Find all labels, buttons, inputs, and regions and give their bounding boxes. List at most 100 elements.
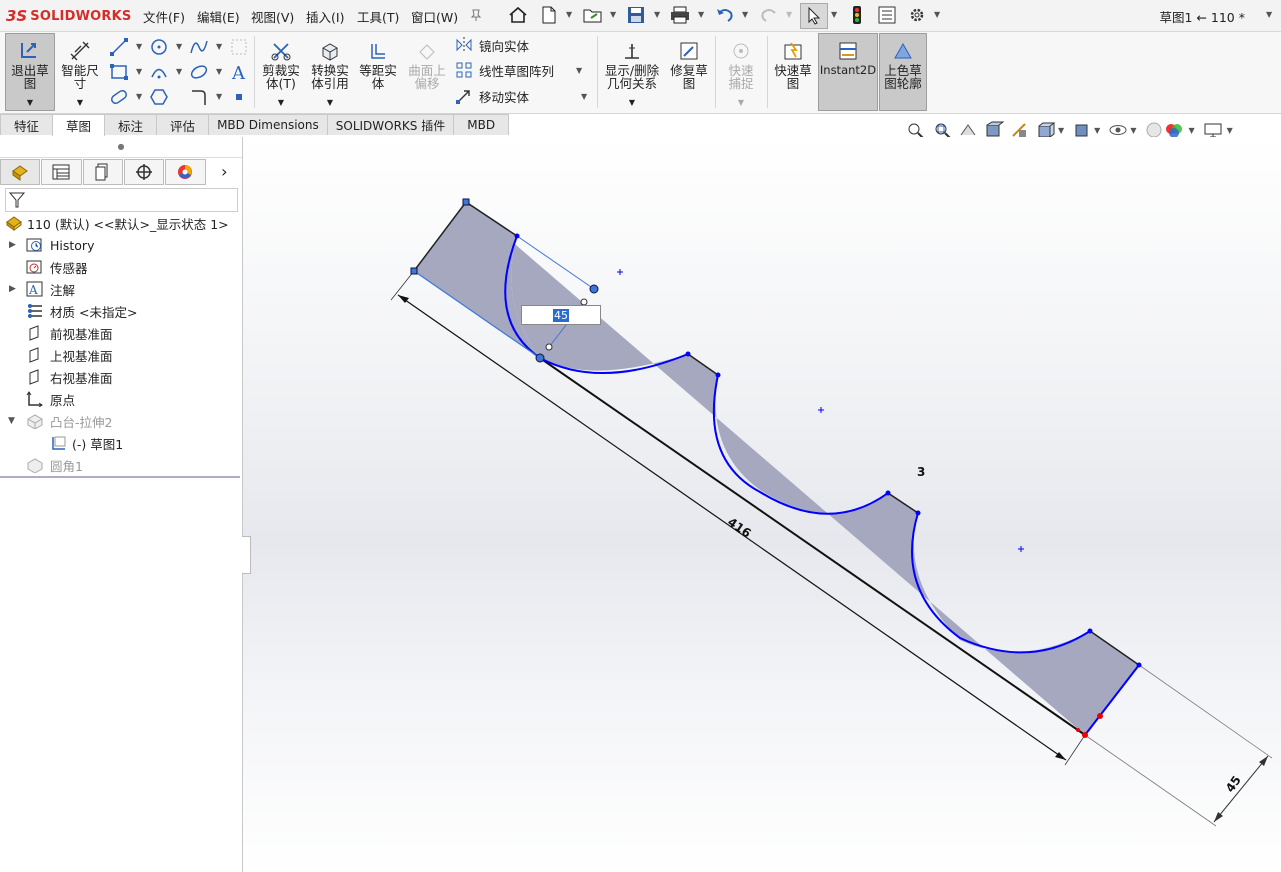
expand-arrow-icon[interactable]: ▶ — [9, 240, 16, 250]
convert-entities-button[interactable]: 转换实体引用 ▼ — [307, 34, 353, 110]
tree-item-sensors[interactable]: 传感器 — [26, 257, 88, 277]
panel-grip[interactable]: ● — [0, 137, 242, 158]
repair-sketch-button[interactable]: 修复草图 — [667, 34, 711, 110]
chevron-down-icon[interactable]: ▼ — [654, 10, 660, 19]
display-manager-tab[interactable] — [165, 159, 206, 185]
panel-collapse-handle[interactable] — [242, 536, 251, 574]
text-icon[interactable]: A — [228, 61, 250, 83]
chevron-down-icon[interactable]: ▼ — [566, 10, 572, 19]
fillet-icon[interactable] — [188, 86, 210, 108]
tree-item-fillet1[interactable]: 圆角1 — [26, 455, 83, 475]
chevron-down-icon[interactable]: ▼ — [258, 96, 304, 109]
tree-item-boss-extrude2[interactable]: 凸台-拉伸2 — [26, 411, 112, 431]
open-folder-icon[interactable] — [582, 4, 604, 26]
menu-view[interactable]: 视图(V) — [251, 7, 294, 26]
dimension-edit-value[interactable]: 45 — [553, 308, 569, 322]
spline-icon[interactable] — [188, 36, 210, 58]
tree-item-origin[interactable]: 原点 — [26, 389, 75, 409]
chevron-down-icon[interactable]: ▼ — [1058, 126, 1064, 135]
tree-item-history[interactable]: History — [26, 235, 94, 255]
tab-evaluate[interactable]: 评估 — [156, 114, 210, 135]
chevron-down-icon[interactable]: ▼ — [216, 67, 222, 76]
save-icon[interactable] — [625, 4, 647, 26]
circle-icon[interactable] — [148, 36, 170, 58]
chevron-down-icon[interactable]: ▼ — [831, 10, 837, 19]
chevron-down-icon[interactable]: ▼ — [57, 96, 103, 109]
expand-arrow-icon[interactable]: ▶ — [9, 284, 16, 294]
feature-manager-tab[interactable] — [0, 159, 41, 185]
undo-icon[interactable] — [714, 4, 736, 26]
chevron-down-icon[interactable]: ▼ — [136, 92, 142, 101]
tree-item-material[interactable]: 材质 <未指定> — [26, 301, 137, 321]
chevron-down-icon[interactable]: ▼ — [136, 42, 142, 51]
tree-item-top-plane[interactable]: 上视基准面 — [26, 345, 113, 365]
tree-item-sketch1[interactable]: (-) 草图1 — [50, 433, 123, 453]
select-cursor-icon[interactable] — [800, 3, 828, 29]
tab-mbd-dimensions[interactable]: MBD Dimensions — [208, 114, 328, 135]
tree-item-right-plane[interactable]: 右视基准面 — [26, 367, 113, 387]
rollback-bar[interactable] — [0, 476, 240, 478]
menu-file[interactable]: 文件(F) — [143, 7, 185, 26]
chevron-down-icon[interactable]: ▼ — [307, 96, 353, 109]
chevron-down-icon[interactable]: ▼ — [176, 42, 182, 51]
instant2d-button[interactable]: Instant2D — [818, 33, 878, 111]
chevron-down-icon[interactable]: ▼ — [1188, 126, 1194, 135]
polygon-icon[interactable] — [148, 86, 170, 108]
rapid-sketch-button[interactable]: 快速草图 — [771, 34, 815, 110]
chevron-down-icon[interactable]: ▼ — [1094, 126, 1100, 135]
tab-mbd[interactable]: MBD — [453, 114, 510, 135]
property-manager-tab[interactable] — [41, 159, 82, 185]
chevron-down-icon[interactable]: ▼ — [581, 92, 587, 101]
pin-icon[interactable] — [465, 4, 487, 26]
file-properties-icon[interactable] — [876, 4, 898, 26]
chevron-down-icon[interactable]: ▼ — [216, 92, 222, 101]
smart-dimension-button[interactable]: 智能尺寸 ▼ — [57, 34, 103, 110]
menu-edit[interactable]: 编辑(E) — [197, 7, 240, 26]
offset-entities-button[interactable]: 等距实体 — [356, 34, 400, 110]
mirror-entities-button[interactable]: 镜向实体 — [455, 34, 529, 56]
collapse-arrow-icon[interactable]: ▼ — [8, 416, 15, 426]
tree-filter[interactable] — [5, 188, 238, 212]
arc-icon[interactable] — [148, 61, 170, 83]
chevron-down-icon[interactable]: ▼ — [6, 96, 54, 109]
chevron-down-icon[interactable]: ▼ — [742, 10, 748, 19]
configuration-manager-tab[interactable] — [82, 159, 123, 185]
menu-insert[interactable]: 插入(I) — [306, 7, 344, 26]
menu-window[interactable]: 窗口(W) — [411, 7, 458, 26]
gear-icon[interactable] — [906, 4, 928, 26]
tab-markup[interactable]: 标注 — [104, 114, 158, 135]
chevron-right-icon[interactable]: › — [207, 159, 242, 183]
chevron-down-icon[interactable]: ▼ — [610, 10, 616, 19]
tree-root-part[interactable]: 110 (默认) <<默认>_显示状态 1> — [5, 213, 229, 233]
tab-features[interactable]: 特征 — [0, 114, 54, 135]
print-icon[interactable] — [669, 4, 691, 26]
chevron-down-icon[interactable]: ▼ — [1130, 126, 1136, 135]
chevron-down-icon[interactable]: ▼ — [176, 67, 182, 76]
dimension-edit-input[interactable]: 45 — [521, 305, 601, 325]
display-delete-relations-button[interactable]: 显示/删除几何关系 ▼ — [601, 34, 663, 110]
graphics-area[interactable] — [243, 137, 1281, 872]
tab-sketch[interactable]: 草图 — [52, 114, 106, 136]
chevron-down-icon[interactable]: ▼ — [1227, 126, 1233, 135]
trim-entities-button[interactable]: 剪裁实体(T) ▼ — [258, 34, 304, 110]
menu-tools[interactable]: 工具(T) — [357, 7, 399, 26]
chevron-down-icon[interactable]: ▼ — [601, 96, 663, 109]
new-document-icon[interactable] — [538, 4, 560, 26]
solidworks-logo[interactable]: 3S SOLIDWORKS — [6, 6, 131, 26]
rectangle-icon[interactable] — [108, 61, 130, 83]
exit-sketch-button[interactable]: 退出草图 ▼ — [5, 33, 55, 111]
shaded-sketch-contours-button[interactable]: 上色草图轮廓 — [879, 33, 927, 111]
home-icon[interactable] — [507, 4, 529, 26]
chevron-down-icon[interactable]: ▼ — [934, 10, 940, 19]
chevron-down-icon[interactable]: ▼ — [698, 10, 704, 19]
tab-solidworks-addins[interactable]: SOLIDWORKS 插件 — [326, 114, 455, 135]
chevron-down-icon[interactable]: ▼ — [136, 67, 142, 76]
tree-item-front-plane[interactable]: 前视基准面 — [26, 323, 113, 343]
chevron-down-icon[interactable]: ▼ — [576, 66, 582, 75]
line-icon[interactable] — [108, 36, 130, 58]
slot-icon[interactable] — [108, 86, 130, 108]
rebuild-traffic-light-icon[interactable] — [846, 4, 868, 26]
point-icon[interactable] — [228, 86, 250, 108]
dimxpert-tab[interactable] — [123, 159, 165, 185]
tree-item-annotations[interactable]: A 注解 — [26, 279, 75, 299]
